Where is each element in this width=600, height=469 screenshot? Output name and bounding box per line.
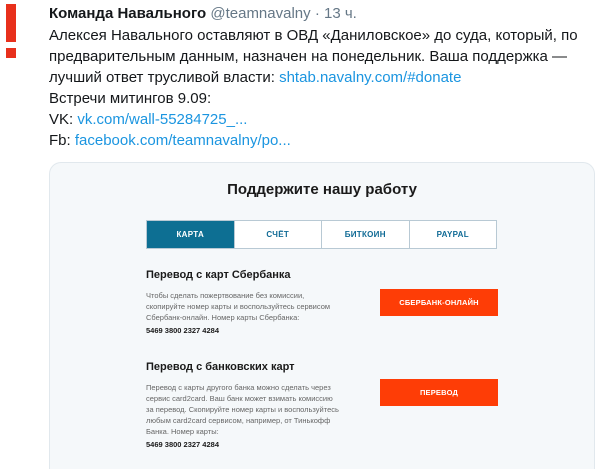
sberbank-online-button[interactable]: СБЕРБАНК-ОНЛАЙН — [380, 289, 498, 316]
tweet-line-1: Алексея Навального оставляют в ОВД «Дани… — [49, 27, 578, 44]
sberbank-description: Чтобы сделать пожертвование без комиссии… — [146, 290, 330, 323]
tweet: Команда Навального @teamnavalny · 13 ч. … — [49, 4, 597, 151]
donate-link[interactable]: shtab.navalny.com/#donate — [279, 69, 461, 86]
vk-label: VK: — [49, 111, 78, 128]
tweet-line-3-text: лучший ответ трусливой власти: — [49, 69, 280, 86]
tweet-line-4: Встречи митингов 9.09: — [49, 90, 212, 107]
payment-tabs: КАРТА СЧЁТ БИТКОИН PAYPAL — [146, 220, 497, 249]
card-title: Поддержите нашу работу — [227, 181, 417, 198]
author-name[interactable]: Команда Навального — [49, 5, 206, 22]
tweet-header: Команда Навального @teamnavalny · 13 ч. — [49, 4, 597, 24]
vk-link[interactable]: vk.com/wall-55284725_... — [77, 111, 247, 128]
tweet-line-3: лучший ответ трусливой власти: shtab.nav… — [49, 67, 597, 88]
link-preview-card[interactable]: Поддержите нашу работу КАРТА СЧЁТ БИТКОИ… — [49, 162, 595, 469]
sberbank-section: Перевод с карт Сбербанка Чтобы сделать п… — [146, 269, 330, 336]
tab-paypal[interactable]: PAYPAL — [410, 221, 497, 248]
bank-card-text-line: сервис card2card. Ваш банк может взимать… — [146, 394, 333, 403]
tab-bitcoin[interactable]: БИТКОИН — [322, 221, 410, 248]
tweet-line-5: VK: vk.com/wall-55284725_... — [49, 109, 597, 130]
bank-card-text-line: Банка. Номер карты: — [146, 427, 219, 436]
facebook-link[interactable]: facebook.com/teamnavalny/po... — [75, 132, 291, 149]
tweet-line-2: предварительным данным, назначен на поне… — [49, 48, 568, 65]
author-handle[interactable]: @teamnavalny — [210, 5, 310, 22]
bank-card-text-line: Перевод с карты другого банка можно сдел… — [146, 383, 331, 392]
tab-card[interactable]: КАРТА — [147, 221, 235, 248]
tweet-time[interactable]: 13 ч. — [324, 5, 357, 22]
bank-card-section: Перевод с банковских карт Перевод с карт… — [146, 361, 339, 450]
bank-card-text-line: любым card2card сервисом, например, от Т… — [146, 416, 331, 425]
avatar-logo-bar — [6, 4, 16, 42]
tweet-body: Алексея Навального оставляют в ОВД «Дани… — [49, 25, 597, 151]
header-separator: · — [314, 5, 320, 22]
sberbank-text-line: Сбербанк-онлайн. Номер карты Сбербанка: — [146, 313, 300, 322]
sberbank-card-number: 5469 3800 2327 4284 — [146, 326, 219, 335]
tab-account[interactable]: СЧЁТ — [235, 221, 322, 248]
bank-card-description: Перевод с карты другого банка можно сдел… — [146, 382, 339, 437]
avatar[interactable] — [0, 4, 22, 62]
transfer-button[interactable]: ПЕРЕВОД — [380, 379, 498, 406]
bank-card-title: Перевод с банковских карт — [146, 361, 295, 373]
sberbank-text-line: скопируйте номер карты и воспользуйтесь … — [146, 302, 331, 311]
tweet-line-6: Fb: facebook.com/teamnavalny/po... — [49, 130, 597, 151]
avatar-logo-dot — [6, 48, 16, 58]
sberbank-text-line: Чтобы сделать пожертвование без комиссии… — [146, 291, 305, 300]
fb-label: Fb: — [49, 132, 75, 149]
sberbank-title: Перевод с карт Сбербанка — [146, 269, 291, 281]
bank-card-text-line: за перевод. Скопируйте номер карты и вос… — [146, 405, 339, 414]
bank-card-number: 5469 3800 2327 4284 — [146, 440, 219, 449]
